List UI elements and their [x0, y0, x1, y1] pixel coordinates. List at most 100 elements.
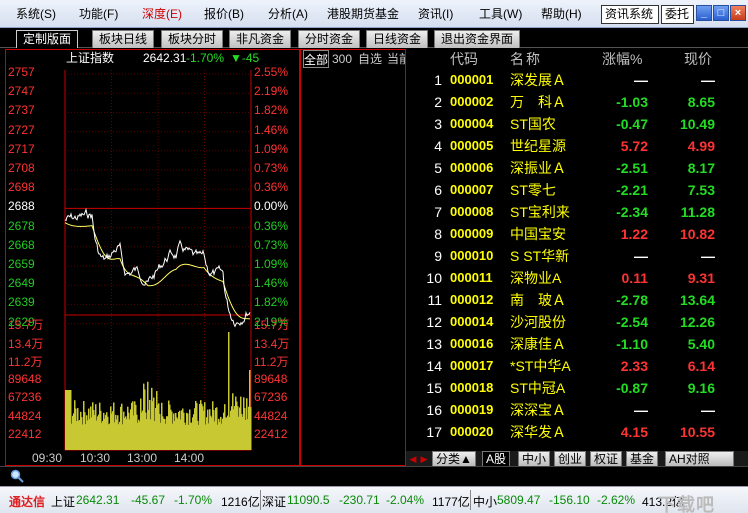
change-pct: 1.22: [620, 226, 648, 242]
sidebar-tab-current[interactable]: 当前: [387, 50, 405, 68]
table-row[interactable]: 2 000002 万 科Ａ -1.03 8.65: [406, 91, 748, 113]
menu-quote[interactable]: 报价(B): [204, 5, 244, 23]
table-row[interactable]: 5 000006 深振业Ａ -2.51 8.17: [406, 157, 748, 179]
menu-hk-futures-funds[interactable]: 港股期货基金: [327, 5, 399, 23]
tab-special-funds[interactable]: 非凡资金: [229, 30, 292, 48]
table-row[interactable]: 4 000005 世纪星源 5.72 4.99: [406, 135, 748, 157]
market-category-tabs: ◀ ▶ 分类▲ A股 中小 创业 权证 基金 AH对照: [406, 451, 748, 467]
header-name-prefix[interactable]: 名: [510, 49, 524, 69]
table-row[interactable]: 16 000019 深深宝Ａ — —: [406, 399, 748, 421]
row-index: 16: [426, 402, 442, 418]
menu-help[interactable]: 帮助(H): [541, 5, 582, 23]
change-pct: 2.33: [620, 358, 648, 374]
layout-tab-row: 定制版面 板块日线 板块分时 非凡资金 分时资金 日线资金 退出资金界面: [0, 28, 748, 48]
row-index: 1: [434, 72, 442, 88]
tab-funds[interactable]: 基金: [626, 451, 659, 467]
sz-amount: 1177亿: [432, 495, 470, 509]
trade-button[interactable]: 委托: [661, 5, 694, 24]
row-index: 10: [426, 270, 442, 286]
stock-name: 深物业A: [510, 270, 562, 286]
stock-code: 000018: [450, 380, 494, 395]
tab-sector-intraday[interactable]: 板块分时: [161, 30, 224, 48]
info-system-button[interactable]: 资讯系统: [601, 5, 659, 24]
table-row[interactable]: 8 000009 中国宝安 1.22 10.82: [406, 223, 748, 245]
tab-intraday-funds[interactable]: 分时资金: [298, 30, 361, 48]
close-button[interactable]: ×: [730, 5, 746, 21]
menu-system[interactable]: 系统(S): [16, 5, 56, 23]
current-price: 8.65: [687, 94, 715, 110]
change-pct: -2.78: [616, 292, 648, 308]
tab-category[interactable]: 分类▲: [432, 451, 476, 467]
table-row[interactable]: 7 000008 ST宝利来 -2.34 11.28: [406, 201, 748, 223]
tab-a-shares[interactable]: A股: [482, 451, 511, 467]
tab-sector-daily[interactable]: 板块日线: [92, 30, 155, 48]
menu-tools[interactable]: 工具(W): [479, 5, 522, 23]
stock-code: 000011: [450, 270, 493, 285]
table-row[interactable]: 17 000020 深华发Ａ 4.15 10.55: [406, 421, 748, 443]
minimize-button[interactable]: _: [696, 5, 712, 21]
stock-code: 000006: [450, 160, 494, 175]
change-pct: -0.87: [616, 380, 648, 396]
stock-code: 000014: [450, 314, 494, 329]
scroll-right-icon[interactable]: ▶: [419, 452, 429, 466]
sidebar-tab-watchlist[interactable]: 自选: [358, 50, 384, 68]
table-row[interactable]: 9 000010 S ST华新 — —: [406, 245, 748, 267]
current-price: 8.17: [687, 160, 715, 176]
stock-code: 000019: [450, 402, 494, 417]
watermark: 下载吧: [658, 495, 715, 513]
change-pct: —: [634, 402, 648, 418]
table-row[interactable]: 13 000016 深康佳Ａ -1.10 5.40: [406, 333, 748, 355]
sidebar-tab-all[interactable]: 全部: [303, 50, 329, 68]
stock-name: 中国宝安: [510, 226, 566, 242]
menu-info[interactable]: 资讯(I): [418, 5, 453, 23]
tab-daily-funds[interactable]: 日线资金: [366, 30, 429, 48]
change-pct: -2.21: [616, 182, 648, 198]
search-icon[interactable]: [10, 469, 24, 483]
row-index: 13: [426, 336, 442, 352]
stock-name: 沙河股份: [510, 314, 566, 330]
table-row[interactable]: 10 000011 深物业A 0.11 9.31: [406, 267, 748, 289]
sidebar-tab-300[interactable]: 300: [332, 50, 354, 68]
scroll-left-icon[interactable]: ◀: [408, 452, 418, 466]
change-pct: -2.34: [616, 204, 648, 220]
sz-value: 11090.5: [287, 493, 330, 507]
menu-depth[interactable]: 深度(E): [142, 5, 182, 23]
time-label: 09:30: [32, 451, 63, 465]
current-price: —: [701, 72, 715, 88]
tab-custom-layout[interactable]: 定制版面: [16, 30, 79, 48]
sh-amount: 1216亿: [221, 495, 260, 509]
table-row[interactable]: 3 000004 ST国农 -0.47 10.49: [406, 113, 748, 135]
tab-ah-compare[interactable]: AH对照: [665, 451, 734, 467]
change-pct: -1.10: [616, 336, 648, 352]
table-row[interactable]: 14 000017 *ST中华A 2.33 6.14: [406, 355, 748, 377]
intraday-chart-panel[interactable]: 上证指数 2642.31 -1.70% ▼-45 2757 2747 2737 272…: [5, 49, 300, 466]
table-row[interactable]: 11 000012 南 玻Ａ -2.78 13.64: [406, 289, 748, 311]
intraday-chart-svg: [64, 70, 252, 451]
stock-name: ST宝利来: [510, 204, 570, 220]
header-change[interactable]: 涨幅%: [602, 49, 642, 69]
status-bar: 通达信 上证 2642.31 -45.67 -1.70% 1216亿 深证 11…: [0, 486, 748, 513]
time-label: 14:00: [174, 451, 205, 465]
menu-function[interactable]: 功能(F): [79, 5, 118, 23]
menu-analysis[interactable]: 分析(A): [268, 5, 308, 23]
tab-sme[interactable]: 中小: [518, 451, 551, 467]
table-row[interactable]: 1 000001 深发展Ａ — —: [406, 69, 748, 91]
stock-quote-table[interactable]: 代码 名 称 涨幅% 现价 1 000001 深发展Ａ — — 2 000002 万 科Ａ -1…: [406, 49, 748, 451]
restore-button[interactable]: □: [713, 5, 729, 21]
header-code[interactable]: 代码: [450, 49, 478, 69]
stock-name: 世纪星源: [510, 138, 566, 154]
tab-chinext[interactable]: 创业: [554, 451, 587, 467]
header-price[interactable]: 现价: [684, 49, 712, 69]
current-price: —: [701, 248, 715, 264]
header-name[interactable]: 称: [526, 49, 540, 69]
change-pct: -2.51: [616, 160, 648, 176]
table-row[interactable]: 15 000018 ST中冠A -0.87 9.16: [406, 377, 748, 399]
table-row[interactable]: 12 000014 沙河股份 -2.54 12.26: [406, 311, 748, 333]
stock-list-sidebar[interactable]: 全部 300 自选 当前: [300, 49, 406, 466]
menu-bar: 系统(S) 功能(F) 深度(E) 报价(B) 分析(A) 港股期货基金 资讯(…: [0, 0, 748, 28]
tab-warrants[interactable]: 权证: [590, 451, 623, 467]
brand-label: 通达信: [9, 495, 46, 509]
tab-exit-funds-view[interactable]: 退出资金界面: [434, 30, 521, 48]
table-row[interactable]: 6 000007 ST零七 -2.21 7.53: [406, 179, 748, 201]
sz-change: -230.71: [339, 493, 380, 507]
